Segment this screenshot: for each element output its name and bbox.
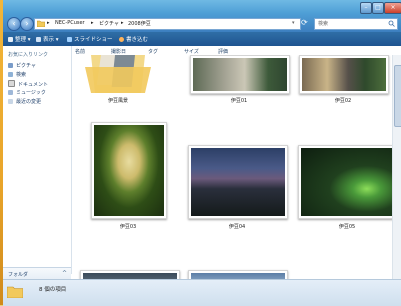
column-name[interactable]: 名前 xyxy=(75,48,85,55)
minimize-icon[interactable]: – xyxy=(360,2,372,14)
photo-thumbnail xyxy=(94,125,164,216)
breadcrumb-item[interactable]: NEC-PCuser xyxy=(55,20,85,26)
breadcrumb-item[interactable]: 2008伊豆 xyxy=(128,20,151,27)
photo-thumbnail xyxy=(191,148,285,216)
file-name: 伊豆05 xyxy=(338,224,356,230)
column-date-taken[interactable]: 撮影日 xyxy=(111,48,126,55)
file-item[interactable] xyxy=(85,55,151,93)
organize-icon xyxy=(8,37,13,42)
scrollbar-thumb[interactable] xyxy=(394,65,401,127)
documents-icon xyxy=(8,80,15,87)
folder-icon xyxy=(37,20,45,27)
organize-button[interactable]: 整理 ▾ xyxy=(8,35,31,43)
favorite-links-heading: お気に入りリンク xyxy=(8,52,49,58)
slideshow-icon xyxy=(67,37,72,42)
explorer-window: – □ × ‹ › ▸ NEC-PCuser ▸ ピクチャ ▸ 2008伊豆 ▾… xyxy=(3,0,401,306)
file-name: 伊豆04 xyxy=(228,224,246,230)
folder-thumbnail-icon xyxy=(85,55,151,93)
chevron-up-icon: ^ xyxy=(61,270,67,277)
view-button[interactable]: 表示 ▾ xyxy=(36,35,59,43)
file-name: 伊豆01 xyxy=(230,98,248,104)
photo-thumbnail xyxy=(193,58,287,91)
favorite-link-documents[interactable]: ドキュメント xyxy=(8,80,48,88)
music-icon xyxy=(8,90,13,95)
breadcrumb-item[interactable]: ピクチャ xyxy=(99,20,119,27)
address-bar[interactable]: ▸ NEC-PCuser ▸ ピクチャ ▸ 2008伊豆 ▾ xyxy=(34,18,301,30)
file-view: 伊豆風景 伊豆01 伊豆02 伊豆03 伊豆04 伊豆05 xyxy=(72,55,392,279)
refresh-icon[interactable]: ⟳ xyxy=(301,18,311,28)
favorite-link-music[interactable]: ミュージック xyxy=(8,89,46,96)
status-bar: 8 個の項目 xyxy=(3,279,401,306)
file-item[interactable] xyxy=(188,145,288,219)
item-count: 8 個の項目 xyxy=(39,287,67,293)
slideshow-button[interactable]: スライドショー xyxy=(67,35,113,43)
file-name: 伊豆02 xyxy=(334,98,352,104)
search-input[interactable]: 検索 xyxy=(314,18,398,30)
photo-thumbnail xyxy=(301,148,392,216)
favorite-link-pictures[interactable]: ピクチャ xyxy=(8,62,36,69)
address-row: – □ × ‹ › ▸ NEC-PCuser ▸ ピクチャ ▸ 2008伊豆 ▾… xyxy=(3,0,401,32)
file-item[interactable] xyxy=(298,145,392,219)
maximize-icon[interactable]: □ xyxy=(372,2,384,14)
photo-thumbnail xyxy=(302,58,386,91)
column-tags[interactable]: タグ xyxy=(148,48,158,55)
navigation-pane: お気に入りリンク ピクチャ 検索 ドキュメント ミュージック 最近の変更 xyxy=(3,46,72,274)
favorite-link-recent[interactable]: 最近の変更 xyxy=(8,98,41,105)
address-separator: ▸ xyxy=(121,20,124,26)
vertical-scrollbar[interactable] xyxy=(392,55,401,279)
address-separator: ▸ xyxy=(47,20,50,26)
burn-icon xyxy=(119,37,124,42)
favorite-link-search[interactable]: 検索 xyxy=(8,71,26,78)
recent-changes-icon xyxy=(8,99,13,104)
folders-label: フォルダ xyxy=(8,272,29,278)
command-toolbar: 整理 ▾ 表示 ▾ スライドショー 書き込む xyxy=(3,32,401,46)
file-item[interactable] xyxy=(91,122,167,219)
file-item[interactable] xyxy=(299,55,389,94)
pictures-icon xyxy=(8,63,13,68)
view-icon xyxy=(36,37,41,42)
file-item[interactable] xyxy=(188,270,288,279)
file-name: 伊豆風景 xyxy=(107,98,128,104)
file-item[interactable] xyxy=(80,270,180,279)
forward-arrow-icon[interactable]: › xyxy=(20,17,34,31)
column-size[interactable]: サイズ xyxy=(184,48,199,55)
column-rating[interactable]: 評価 xyxy=(218,48,228,55)
address-separator: ▸ xyxy=(91,20,94,26)
file-item[interactable] xyxy=(190,55,290,94)
file-name: 伊豆03 xyxy=(119,224,137,230)
search-placeholder: 検索 xyxy=(318,21,329,27)
burn-button[interactable]: 書き込む xyxy=(119,35,148,43)
folder-icon xyxy=(7,286,23,298)
search-icon[interactable] xyxy=(388,20,395,27)
address-dropdown-icon[interactable]: ▾ xyxy=(292,20,295,26)
search-folder-icon xyxy=(8,72,13,77)
back-arrow-icon[interactable]: ‹ xyxy=(7,17,21,31)
close-icon[interactable]: × xyxy=(384,2,401,14)
